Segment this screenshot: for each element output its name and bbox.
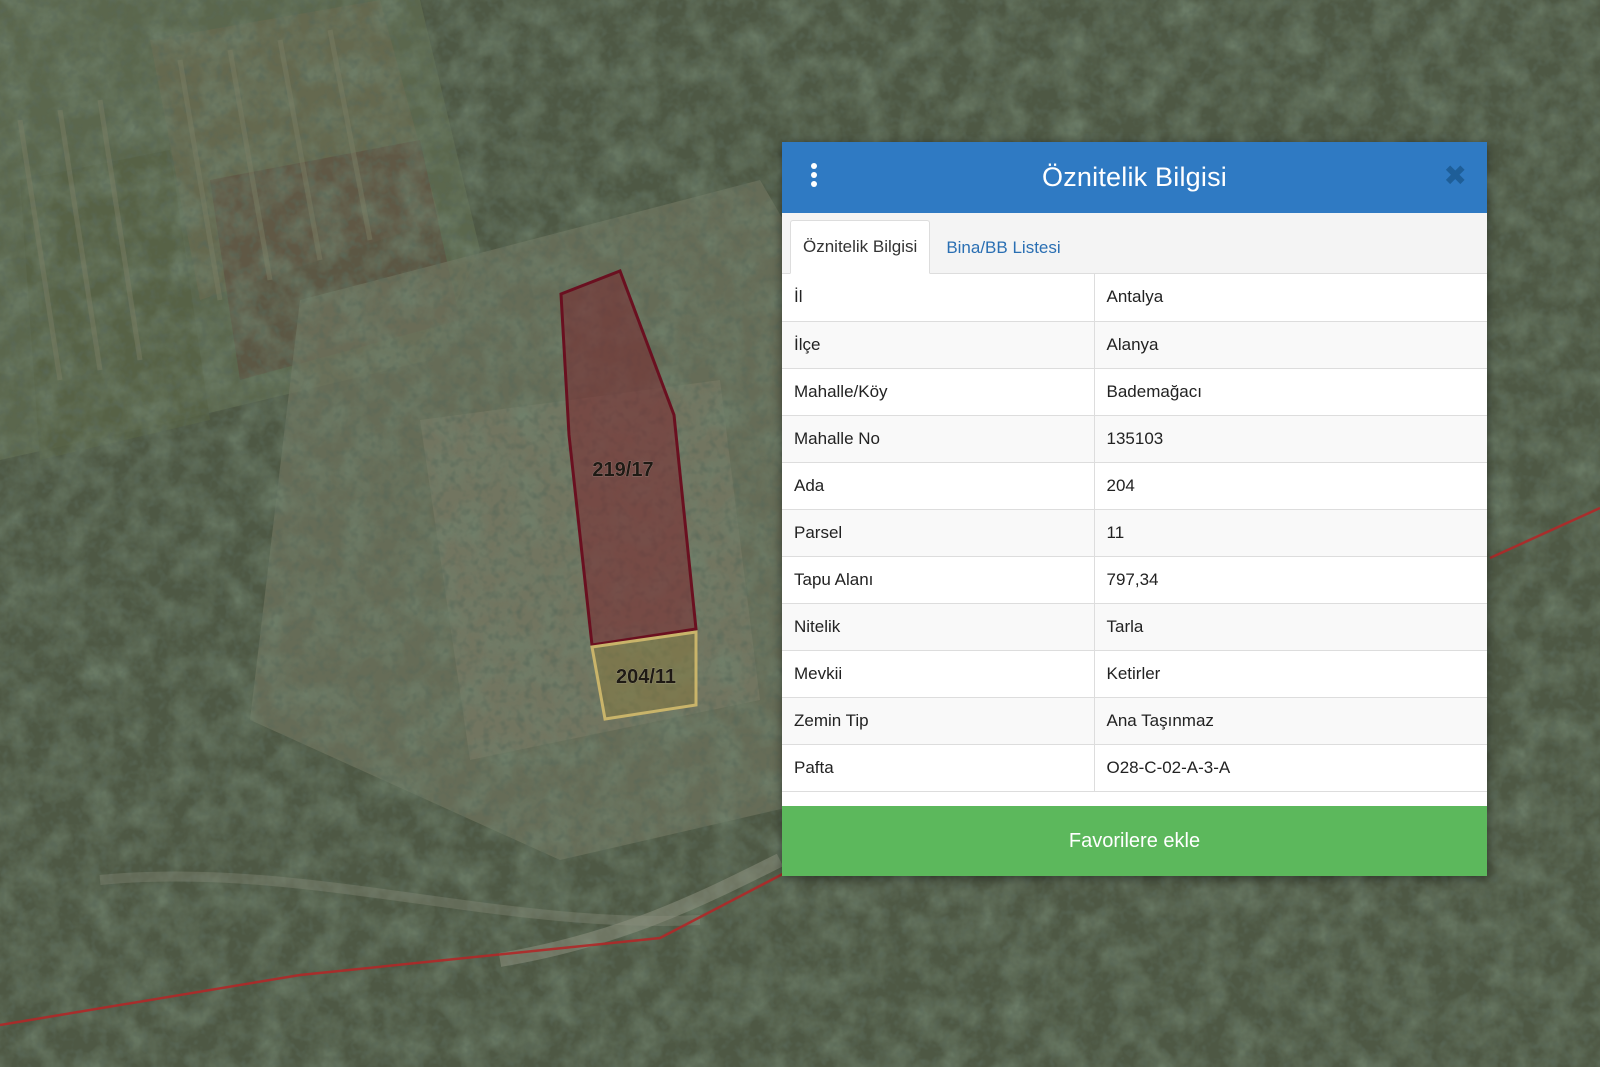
table-row: Mahalle No 135103	[782, 415, 1487, 463]
row-key: Zemin Tip	[782, 697, 1095, 745]
add-to-favorites-button[interactable]: Favorilere ekle	[782, 806, 1487, 876]
parcel-label: 204/11	[616, 666, 676, 688]
row-value: Bademağacı	[1094, 368, 1487, 416]
panel-header: Öznitelik Bilgisi ✖	[782, 142, 1487, 213]
row-value: Antalya	[1094, 274, 1487, 322]
row-value: 797,34	[1094, 556, 1487, 604]
table-row: Ada 204	[782, 462, 1487, 510]
row-key: Mahalle No	[782, 415, 1095, 463]
parcel-204-11[interactable]: 204/11	[590, 630, 698, 721]
close-icon[interactable]: ✖	[1444, 161, 1467, 191]
row-value: Tarla	[1094, 603, 1487, 651]
kebab-menu-icon[interactable]	[808, 163, 820, 193]
table-row: Parsel 11	[782, 509, 1487, 557]
tab-attribute-info[interactable]: Öznitelik Bilgisi	[790, 220, 931, 274]
row-key: Mahalle/Köy	[782, 368, 1095, 416]
row-key: Ada	[782, 462, 1095, 510]
table-row: İlçe Alanya	[782, 321, 1487, 369]
table-row: Pafta O28-C-02-A-3-A	[782, 744, 1487, 792]
row-value: Ana Taşınmaz	[1094, 697, 1487, 745]
panel-title: Öznitelik Bilgisi	[1042, 162, 1227, 192]
parcel-label: 219/17	[592, 459, 653, 481]
tab-building-list[interactable]: Bina/BB Listesi	[930, 222, 1072, 274]
table-row: Tapu Alanı 797,34	[782, 556, 1487, 604]
row-value: 204	[1094, 462, 1487, 510]
row-value: O28-C-02-A-3-A	[1094, 744, 1487, 792]
row-key: Pafta	[782, 744, 1095, 792]
row-key: Mevkii	[782, 650, 1095, 698]
row-key: Parsel	[782, 509, 1095, 557]
attribute-info-panel: Öznitelik Bilgisi ✖ Öznitelik Bilgisi Bi…	[782, 142, 1487, 876]
row-key: Tapu Alanı	[782, 556, 1095, 604]
row-value: 11	[1094, 509, 1487, 557]
table-row: Mahalle/Köy Bademağacı	[782, 368, 1487, 416]
row-key: İlçe	[782, 321, 1095, 369]
attribute-table: İl Antalya İlçe Alanya Mahalle/Köy Bademağa…	[782, 274, 1487, 792]
tab-bar: Öznitelik Bilgisi Bina/BB Listesi	[782, 213, 1487, 274]
row-value: Alanya	[1094, 321, 1487, 369]
table-row: Zemin Tip Ana Taşınmaz	[782, 697, 1487, 745]
table-row: Mevkii Ketirler	[782, 650, 1487, 698]
row-key: Nitelik	[782, 603, 1095, 651]
table-row: İl Antalya	[782, 274, 1487, 322]
row-value: 135103	[1094, 415, 1487, 463]
table-row: Nitelik Tarla	[782, 603, 1487, 651]
row-key: İl	[782, 274, 1095, 322]
row-value: Ketirler	[1094, 650, 1487, 698]
